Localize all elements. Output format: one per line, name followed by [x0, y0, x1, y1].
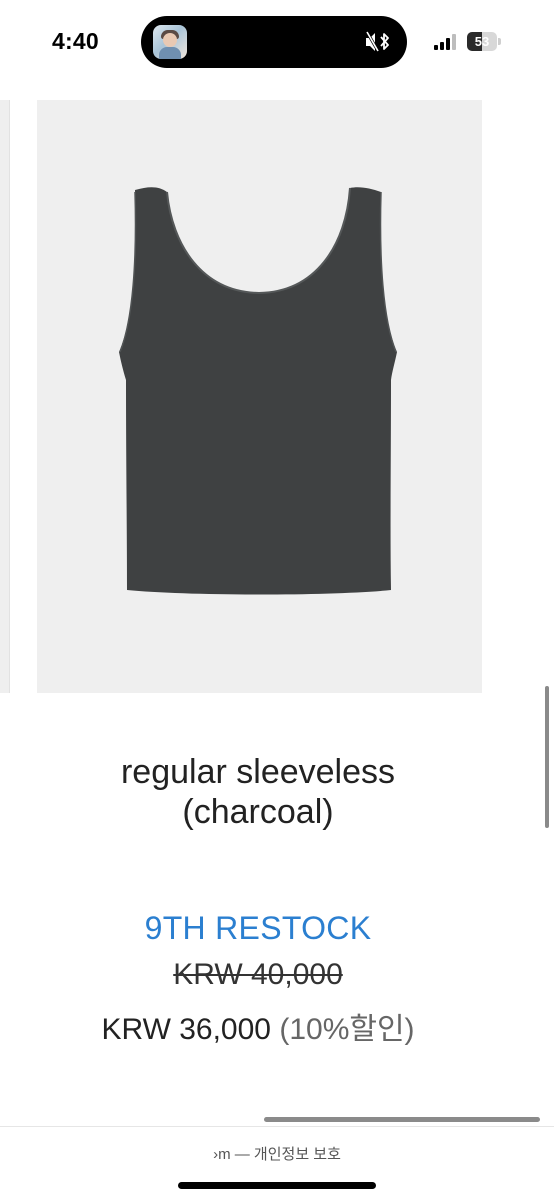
original-price-text: KRW 40,000 [173, 958, 343, 991]
dynamic-island[interactable] [141, 16, 407, 68]
tank-top-illustration [119, 187, 397, 595]
original-price: KRW 40,000 [0, 958, 516, 992]
product-title-line2: (charcoal) [182, 793, 334, 831]
product-title-line1: regular sleeveless [120, 753, 396, 791]
mute-bluetooth-icon [365, 30, 391, 54]
product-title: regular sleeveless (charcoal) [0, 752, 516, 832]
restock-label: 9TH RESTOCK [144, 910, 372, 946]
horizontal-scrollbar[interactable] [264, 1117, 540, 1122]
cellular-signal-icon [434, 34, 460, 50]
now-playing-artwork[interactable] [153, 25, 187, 59]
status-time: 4:40 [52, 28, 99, 54]
vertical-scrollbar[interactable] [545, 686, 549, 828]
product-image[interactable] [37, 100, 482, 693]
home-indicator[interactable] [178, 1182, 376, 1189]
battery-level: 53 [474, 34, 490, 49]
sale-price-row: KRW 36,000 (10%할인) [0, 1004, 516, 1048]
sale-price: KRW 36,000 [101, 1013, 271, 1046]
previous-product-image[interactable] [0, 100, 10, 693]
discount-note: (10%할인) [279, 1013, 415, 1046]
battery-icon: 53 [467, 32, 501, 51]
product-page: 4:40 53 regular sleeveless (charcoal) 9T… [0, 0, 554, 1200]
footer-url-text[interactable]: ›m — 개인정보 보호 [0, 1143, 554, 1164]
